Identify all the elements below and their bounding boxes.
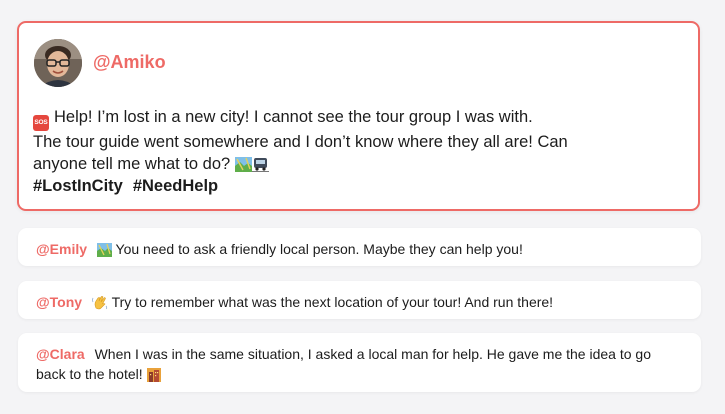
reply-card: @Tony Try to remember what was the next … (18, 281, 701, 319)
user-photo-icon (34, 39, 82, 87)
reply-text: You need to ask a friendly local person.… (115, 241, 523, 257)
post-line-1: SOS Help! I’m lost in a new city! I canno… (33, 106, 683, 131)
post-text: SOS Help! I’m lost in a new city! I canno… (33, 106, 683, 197)
avatar[interactable] (34, 39, 82, 87)
post-line-2: The tour guide went somewhere and I don’… (33, 133, 568, 151)
post-line-1-text: Help! I’m lost in a new city! I cannot s… (54, 108, 533, 126)
reply-content: @Tony Try to remember what was the next … (36, 292, 681, 312)
post-username[interactable]: @Amiko (93, 52, 166, 73)
main-post-card: @Amiko SOS Help! I’m lost in a new city! … (17, 21, 700, 211)
reply-card: @Emily You need to ask a friendly local … (18, 228, 701, 266)
reply-content: @Clara When I was in the same situation,… (36, 344, 681, 384)
waving-hand-icon (92, 296, 108, 310)
reply-text: When I was in the same situation, I aske… (36, 346, 651, 382)
hashtag-need-help[interactable]: #NeedHelp (133, 177, 218, 195)
sos-icon: SOS (33, 115, 49, 131)
reply-text: Try to remember what was the next locati… (111, 294, 554, 310)
reply-content: @Emily You need to ask a friendly local … (36, 239, 681, 259)
reply-username[interactable]: @Emily (36, 241, 87, 257)
hashtag-lost-in-city[interactable]: #LostInCity (33, 177, 123, 195)
reply-username[interactable]: @Clara (36, 346, 85, 362)
hotel-icon (146, 368, 161, 382)
train-icon (251, 158, 269, 172)
reply-username[interactable]: @Tony (36, 294, 82, 310)
post-line-3: anyone tell me what to do? (33, 153, 683, 175)
post-hashtags: #LostInCity #NeedHelp (33, 175, 683, 197)
map-icon (96, 243, 112, 257)
map-icon (234, 157, 252, 172)
post-line-3-text: anyone tell me what to do? (33, 155, 231, 173)
reply-card: @Clara When I was in the same situation,… (18, 333, 701, 392)
